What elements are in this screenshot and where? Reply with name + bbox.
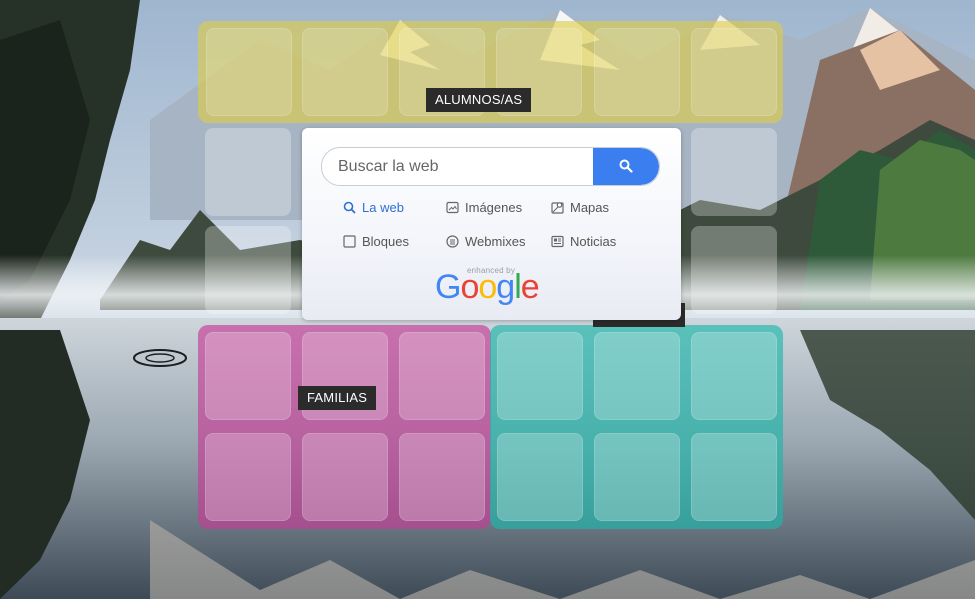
search-option-label: La web bbox=[362, 200, 404, 215]
image-icon bbox=[446, 201, 459, 214]
tile[interactable] bbox=[691, 128, 777, 216]
google-logo: enhanced by Google bbox=[435, 260, 555, 306]
group-docentes bbox=[490, 325, 783, 529]
tile[interactable] bbox=[691, 28, 777, 116]
google-letter: g bbox=[496, 268, 515, 306]
group-label-familias[interactable]: FAMILIAS bbox=[298, 386, 377, 410]
map-icon bbox=[551, 202, 564, 214]
search-option-label: Noticias bbox=[570, 234, 617, 249]
search-input[interactable] bbox=[322, 148, 608, 185]
search-option-web[interactable]: La web bbox=[343, 200, 404, 215]
google-letter: o bbox=[478, 268, 497, 306]
search-option-maps[interactable]: Mapas bbox=[551, 200, 609, 215]
tile[interactable] bbox=[497, 332, 583, 420]
search-button[interactable] bbox=[593, 148, 659, 185]
magnifier-icon bbox=[343, 201, 356, 214]
search-option-label: Bloques bbox=[362, 234, 409, 249]
tile[interactable] bbox=[302, 28, 388, 116]
search-option-noticias[interactable]: Noticias bbox=[551, 234, 616, 249]
news-icon bbox=[551, 235, 564, 248]
tile[interactable] bbox=[691, 433, 777, 521]
tile[interactable] bbox=[302, 433, 388, 521]
tile[interactable] bbox=[206, 28, 292, 116]
webmix-icon bbox=[446, 235, 459, 248]
tile[interactable] bbox=[594, 332, 680, 420]
search-icon bbox=[619, 159, 633, 173]
google-wordmark: Google bbox=[435, 268, 540, 307]
checkbox-icon bbox=[343, 235, 356, 248]
tile[interactable] bbox=[691, 332, 777, 420]
tile[interactable] bbox=[594, 433, 680, 521]
tile[interactable] bbox=[399, 332, 485, 420]
search-option-webmixes[interactable]: Webmixes bbox=[446, 234, 525, 249]
google-letter: e bbox=[520, 268, 540, 306]
tile[interactable] bbox=[691, 226, 777, 314]
search-box bbox=[321, 147, 660, 186]
search-option-bloques[interactable]: Bloques bbox=[343, 234, 409, 249]
group-label-alumnos[interactable]: ALUMNOS/AS bbox=[426, 88, 532, 112]
search-option-label: Imágenes bbox=[465, 200, 523, 215]
search-widget: La web Imágenes Mapas Bloques Webmixes bbox=[302, 128, 681, 320]
search-option-label: Webmixes bbox=[465, 234, 526, 249]
group-familias bbox=[198, 325, 491, 529]
google-letter: o bbox=[460, 268, 479, 306]
tile[interactable] bbox=[205, 332, 291, 420]
tile[interactable] bbox=[205, 433, 291, 521]
tile[interactable] bbox=[399, 433, 485, 521]
search-option-label: Mapas bbox=[570, 200, 610, 215]
google-letter: G bbox=[435, 268, 461, 306]
tile[interactable] bbox=[205, 128, 291, 216]
search-option-images[interactable]: Imágenes bbox=[446, 200, 522, 215]
tile[interactable] bbox=[497, 433, 583, 521]
tile[interactable] bbox=[205, 226, 291, 314]
tile[interactable] bbox=[594, 28, 680, 116]
